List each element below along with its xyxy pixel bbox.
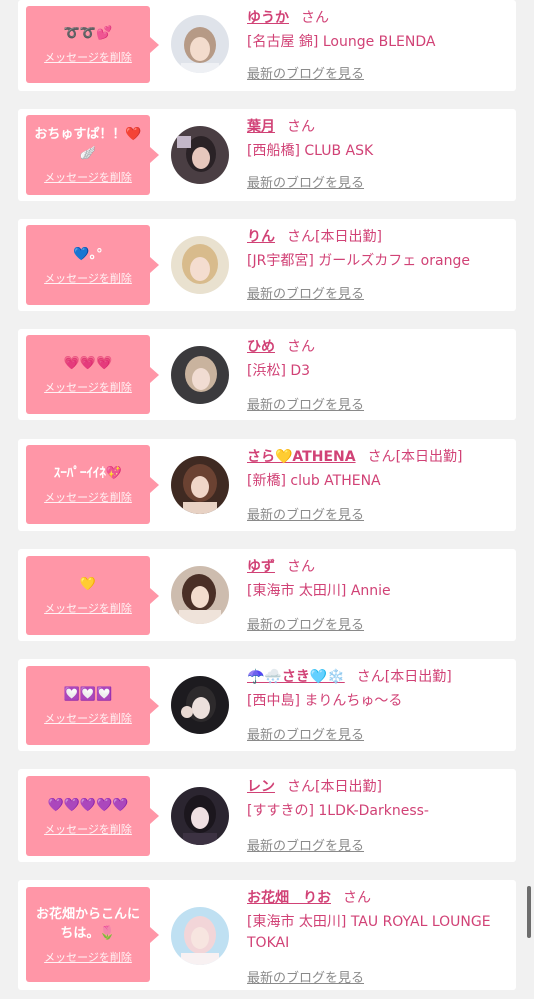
message-text: ｽｰﾊﾟｰｲｲﾈ💖 xyxy=(53,466,123,481)
latest-blog-link[interactable]: 最新のブログを見る xyxy=(247,835,364,854)
status-text: [本日出勤] xyxy=(395,449,463,465)
message-bubble: 💛 メッセージを削除 xyxy=(26,556,159,635)
message-card: 💙｡° メッセージを削除 りん さん[本日出勤] [JR宇都宮] ガールズカフェ … xyxy=(18,219,516,311)
avatar[interactable] xyxy=(171,566,229,624)
avatar[interactable] xyxy=(171,15,229,73)
status-text: [本日出勤] xyxy=(315,229,382,245)
cast-name-link[interactable]: ひめ xyxy=(247,339,275,355)
message-card: 💗💗💗 メッセージを削除 ひめ さん [浜松] D3 最新のブログを見る xyxy=(18,329,516,420)
message-text: 💗💗💗 xyxy=(63,356,113,371)
delete-message-link[interactable]: メッセージを削除 xyxy=(44,710,132,726)
latest-blog-link[interactable]: 最新のブログを見る xyxy=(247,614,364,633)
avatar[interactable] xyxy=(171,787,229,845)
shop-info: [浜松] D3 xyxy=(247,363,311,379)
message-bubble: 💜💜💜💜💜 メッセージを削除 xyxy=(26,776,159,856)
message-card: ｽｰﾊﾟｰｲｲﾈ💖 メッセージを削除 さら💛ATHENA さん[本日出勤] [新橋… xyxy=(18,439,516,531)
avatar[interactable] xyxy=(171,456,229,514)
honorific: さん xyxy=(367,449,396,465)
message-text: 💟💟💟 xyxy=(63,687,113,702)
cast-name-link[interactable]: ゆず xyxy=(247,559,275,575)
message-text: 💙｡° xyxy=(73,246,103,262)
shop-info: [西中島] まりんちゅ〜る xyxy=(247,693,403,709)
message-text: おちゅすぱ！！❤️🪽 xyxy=(34,127,142,161)
cast-name-link[interactable]: 葉月 xyxy=(247,119,275,135)
shop-info: [西船橋] CLUB ASK xyxy=(247,143,374,159)
message-bubble: 💙｡° メッセージを削除 xyxy=(26,225,159,305)
scrollbar[interactable] xyxy=(527,886,531,938)
message-bubble: 💗💗💗 メッセージを削除 xyxy=(26,335,159,414)
message-bubble: お花畑からこんにちは。🌷 メッセージを削除 xyxy=(26,887,159,982)
avatar[interactable] xyxy=(171,676,229,734)
avatar[interactable] xyxy=(171,346,229,404)
avatar[interactable] xyxy=(171,907,229,965)
message-card: 💜💜💜💜💜 メッセージを削除 レン さん[本日出勤] [すすきの] 1LDK-Da… xyxy=(18,769,516,862)
message-card: おちゅすぱ！！❤️🪽 メッセージを削除 葉月 さん [西船橋] CLUB ASK … xyxy=(18,109,516,201)
honorific: さん xyxy=(356,669,385,685)
honorific: さん xyxy=(287,229,315,245)
honorific: さん xyxy=(301,10,329,26)
message-card: 💛 メッセージを削除 ゆず さん [東海市 太田川] Annie 最新のブログを見… xyxy=(18,549,516,641)
message-bubble: おちゅすぱ！！❤️🪽 メッセージを削除 xyxy=(26,115,159,195)
shop-info: [新橋] club ATHENA xyxy=(247,473,381,489)
latest-blog-link[interactable]: 最新のブログを見る xyxy=(247,504,364,523)
delete-message-link[interactable]: メッセージを削除 xyxy=(44,949,132,965)
cast-name-link[interactable]: ゆうか xyxy=(247,10,289,26)
avatar[interactable] xyxy=(171,126,229,184)
delete-message-link[interactable]: メッセージを削除 xyxy=(44,270,132,286)
message-bubble: 💟💟💟 メッセージを削除 xyxy=(26,666,159,745)
honorific: さん xyxy=(287,119,315,135)
status-text: [本日出勤] xyxy=(315,779,382,795)
honorific: さん xyxy=(343,890,371,906)
shop-info: [東海市 太田川] Annie xyxy=(247,583,391,599)
delete-message-link[interactable]: メッセージを削除 xyxy=(44,821,132,837)
cast-name-link[interactable]: ☂️🌨️さき🩵❄️ xyxy=(247,669,345,685)
message-card: お花畑からこんにちは。🌷 メッセージを削除 お花畑 りお さん [東海市 太田川]… xyxy=(18,880,516,990)
latest-blog-link[interactable]: 最新のブログを見る xyxy=(247,967,364,986)
latest-blog-link[interactable]: 最新のブログを見る xyxy=(247,394,364,413)
avatar[interactable] xyxy=(171,236,229,294)
message-text: 💛 xyxy=(79,577,97,592)
honorific: さん xyxy=(287,779,315,795)
latest-blog-link[interactable]: 最新のブログを見る xyxy=(247,283,364,302)
cast-name-link[interactable]: りん xyxy=(247,229,275,245)
delete-message-link[interactable]: メッセージを削除 xyxy=(44,600,132,616)
honorific: さん xyxy=(287,339,315,355)
delete-message-link[interactable]: メッセージを削除 xyxy=(44,489,132,505)
message-card: ➰➰💕 メッセージを削除 ゆうか さん [名古屋 錦] Lounge BLENDA… xyxy=(18,0,516,91)
status-text: [本日出勤] xyxy=(384,669,452,685)
shop-info: [名古屋 錦] Lounge BLENDA xyxy=(247,34,436,50)
shop-info: [JR宇都宮] ガールズカフェ orange xyxy=(247,253,470,269)
message-bubble: ｽｰﾊﾟｰｲｲﾈ💖 メッセージを削除 xyxy=(26,445,159,524)
shop-info: [東海市 太田川] TAU ROYAL LOUNGE TOKAI xyxy=(247,914,491,951)
honorific: さん xyxy=(287,559,315,575)
message-text: 💜💜💜💜💜 xyxy=(47,797,129,813)
latest-blog-link[interactable]: 最新のブログを見る xyxy=(247,172,364,191)
cast-name-link[interactable]: お花畑 りお xyxy=(247,890,331,906)
message-text: お花畑からこんにちは。🌷 xyxy=(35,906,140,941)
shop-info: [すすきの] 1LDK-Darkness- xyxy=(247,803,429,819)
delete-message-link[interactable]: メッセージを削除 xyxy=(44,379,132,395)
cast-name-link[interactable]: さら💛ATHENA xyxy=(247,449,356,465)
message-list: ➰➰💕 メッセージを削除 ゆうか さん [名古屋 錦] Lounge BLENDA… xyxy=(0,0,534,999)
message-card: 💟💟💟 メッセージを削除 ☂️🌨️さき🩵❄️ さん[本日出勤] [西中島] まりん… xyxy=(18,659,516,751)
latest-blog-link[interactable]: 最新のブログを見る xyxy=(247,724,364,743)
cast-name-link[interactable]: レン xyxy=(247,779,275,795)
delete-message-link[interactable]: メッセージを削除 xyxy=(44,169,132,185)
latest-blog-link[interactable]: 最新のブログを見る xyxy=(247,63,364,82)
delete-message-link[interactable]: メッセージを削除 xyxy=(44,49,132,65)
message-bubble: ➰➰💕 メッセージを削除 xyxy=(26,6,159,83)
message-text: ➰➰💕 xyxy=(63,26,113,41)
